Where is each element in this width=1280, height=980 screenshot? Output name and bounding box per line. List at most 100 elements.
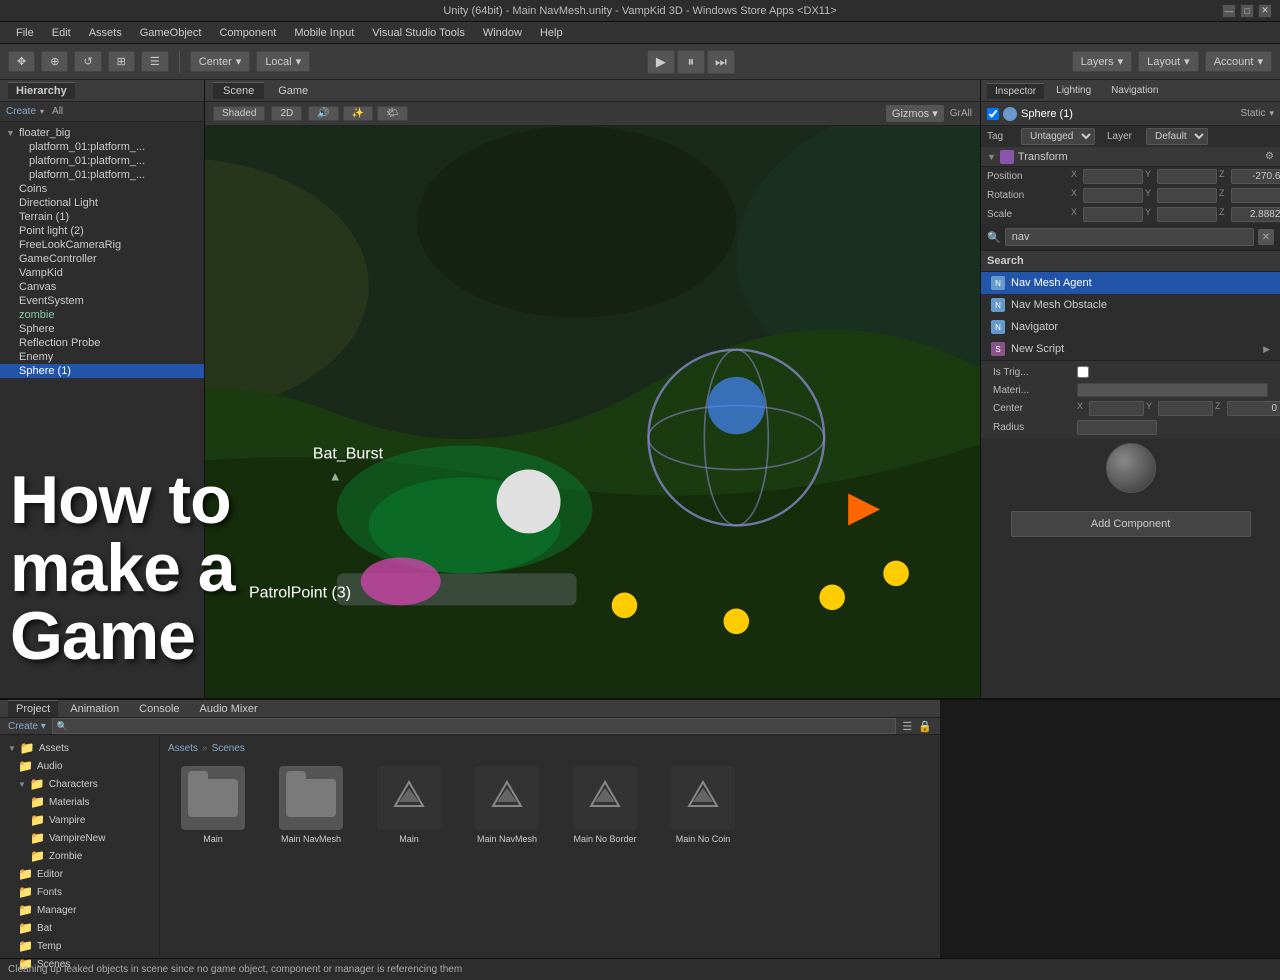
hier-item-zombie[interactable]: zombie (0, 308, 204, 322)
proj-item-characters[interactable]: ▼ 📁 Characters (0, 775, 159, 793)
shading-dropdown[interactable]: Shaded (213, 106, 265, 121)
tab-console[interactable]: Console (131, 701, 187, 717)
sky-toggle[interactable]: 🌤 (377, 106, 408, 121)
transform-hand-tool[interactable]: ✥ (8, 51, 35, 72)
hier-item-point-light[interactable]: Point light (2) (0, 224, 204, 238)
search-result-navmeshagent[interactable]: N Nav Mesh Agent (981, 272, 1280, 294)
local-dropdown[interactable]: Local ▾ (256, 51, 310, 72)
project-lock-icon[interactable]: 🔒 (918, 720, 932, 733)
file-item-main-unity[interactable]: Main (364, 766, 454, 844)
proj-item-temp[interactable]: 📁 Temp (0, 937, 159, 955)
material-value[interactable] (1077, 383, 1268, 397)
layer-dropdown[interactable]: Default (1146, 128, 1208, 145)
hier-item-enemy[interactable]: Enemy (0, 350, 204, 364)
tab-audiomixer[interactable]: Audio Mixer (192, 701, 266, 717)
proj-item-vampirenew[interactable]: 📁 VampireNew (0, 829, 159, 847)
account-dropdown[interactable]: Account ▾ (1205, 51, 1272, 72)
transform-settings-icon[interactable]: ⚙ (1265, 151, 1274, 162)
position-y-input[interactable] (1157, 169, 1217, 184)
project-search-bar[interactable]: 🔍 (52, 718, 897, 734)
menu-assets[interactable]: Assets (81, 25, 130, 41)
menu-file[interactable]: File (8, 25, 42, 41)
file-item-main-navmesh-unity[interactable]: Main NavMesh (462, 766, 552, 844)
tab-inspector[interactable]: Inspector (987, 83, 1044, 99)
scene-viewport[interactable]: Bat_Burst ▲ PatrolPoint (3) x y z < Pers… (205, 126, 980, 698)
play-button[interactable]: ▶ (647, 50, 675, 74)
tab-game[interactable]: Game (268, 83, 318, 99)
audio-toggle[interactable]: 🔊 (308, 106, 338, 121)
menu-mobile-input[interactable]: Mobile Input (286, 25, 362, 41)
menu-help[interactable]: Help (532, 25, 571, 41)
hier-item-vampkid[interactable]: VampKid (0, 266, 204, 280)
hier-item-terrain[interactable]: Terrain (1) (0, 210, 204, 224)
static-arrow-icon[interactable]: ▾ (1269, 108, 1274, 119)
menu-window[interactable]: Window (475, 25, 530, 41)
tab-project[interactable]: Project (8, 700, 58, 717)
center-dropdown[interactable]: Center ▾ (190, 51, 251, 72)
menu-gameobject[interactable]: GameObject (132, 25, 210, 41)
hier-item-reflection-probe[interactable]: Reflection Probe (0, 336, 204, 350)
transform-move-tool[interactable]: ⊕ (41, 51, 68, 72)
pause-button[interactable]: ⏸ (677, 50, 705, 74)
layout-dropdown[interactable]: Layout ▾ (1138, 51, 1199, 72)
radius-input[interactable] (1077, 420, 1157, 435)
tab-hierarchy[interactable]: Hierarchy (8, 82, 75, 99)
hier-item-floater[interactable]: ▼ floater_big (0, 126, 204, 140)
proj-item-bat[interactable]: 📁 Bat (0, 919, 159, 937)
mode-2d-button[interactable]: 2D (271, 106, 302, 121)
scale-z-input[interactable] (1231, 207, 1280, 222)
search-result-navmeshobstacle[interactable]: N Nav Mesh Obstacle (981, 294, 1280, 316)
search-input[interactable] (1005, 228, 1254, 246)
hier-item-sphere1[interactable]: Sphere (1) (0, 364, 204, 378)
hier-item-coins[interactable]: Coins (0, 182, 204, 196)
project-create-label[interactable]: Create ▾ (8, 721, 46, 732)
minimize-button[interactable]: — (1222, 4, 1236, 18)
project-filter-icon[interactable]: ☰ (902, 720, 912, 733)
proj-item-editor[interactable]: 📁 Editor (0, 865, 159, 883)
gizmos-label[interactable]: Gizmos ▾ (886, 105, 944, 122)
tab-scene[interactable]: Scene (213, 82, 264, 99)
scale-y-input[interactable] (1157, 207, 1217, 222)
proj-item-manager[interactable]: 📁 Manager (0, 901, 159, 919)
istrigger-checkbox[interactable] (1077, 366, 1089, 378)
rotation-y-input[interactable] (1157, 188, 1217, 203)
center-x-input[interactable] (1089, 401, 1144, 416)
hier-item-canvas[interactable]: Canvas (0, 280, 204, 294)
breadcrumb-assets[interactable]: Assets (168, 743, 198, 754)
menu-component[interactable]: Component (211, 25, 284, 41)
file-item-main-noborder[interactable]: Main No Border (560, 766, 650, 844)
file-item-main-folder[interactable]: Main (168, 766, 258, 844)
object-active-checkbox[interactable] (987, 108, 999, 120)
hier-item-platform2[interactable]: platform_01:platform_... (0, 154, 204, 168)
maximize-button[interactable]: □ (1240, 4, 1254, 18)
tab-lighting[interactable]: Lighting (1048, 83, 1099, 98)
tab-navigation[interactable]: Navigation (1103, 83, 1166, 98)
close-button[interactable]: ✕ (1258, 4, 1272, 18)
file-item-main-nocoin[interactable]: Main No Coin (658, 766, 748, 844)
proj-item-audio[interactable]: 📁 Audio (0, 757, 159, 775)
all-filter[interactable]: All (52, 106, 63, 117)
tab-animation[interactable]: Animation (62, 701, 127, 717)
hier-item-directional-light[interactable]: Directional Light (0, 196, 204, 210)
proj-item-vampire[interactable]: 📁 Vampire (0, 811, 159, 829)
hier-item-eventsystem[interactable]: EventSystem (0, 294, 204, 308)
hier-item-gamecontroller[interactable]: GameController (0, 252, 204, 266)
proj-item-fonts[interactable]: 📁 Fonts (0, 883, 159, 901)
add-component-button[interactable]: Add Component (1011, 511, 1251, 537)
center-z-input[interactable] (1227, 401, 1280, 416)
hier-item-sphere[interactable]: Sphere (0, 322, 204, 336)
hier-item-platform1[interactable]: platform_01:platform_... (0, 140, 204, 154)
rotation-z-input[interactable] (1231, 188, 1280, 203)
center-y-input[interactable] (1158, 401, 1213, 416)
hier-item-platform3[interactable]: platform_01:platform_... (0, 168, 204, 182)
transform-rotate-tool[interactable]: ↺ (74, 51, 101, 72)
file-item-main-navmesh-folder[interactable]: Main NavMesh (266, 766, 356, 844)
transform-scale-tool[interactable]: ⊞ (108, 51, 135, 72)
search-result-navigator[interactable]: N Navigator (981, 316, 1280, 338)
step-button[interactable]: ⏭ (707, 50, 735, 74)
tag-dropdown[interactable]: Untagged (1021, 128, 1095, 145)
fx-toggle[interactable]: ✨ (343, 106, 373, 121)
scale-x-input[interactable] (1083, 207, 1143, 222)
hier-item-freelook[interactable]: FreeLookCameraRig (0, 238, 204, 252)
proj-item-assets[interactable]: ▼ 📁 Assets (0, 739, 159, 757)
